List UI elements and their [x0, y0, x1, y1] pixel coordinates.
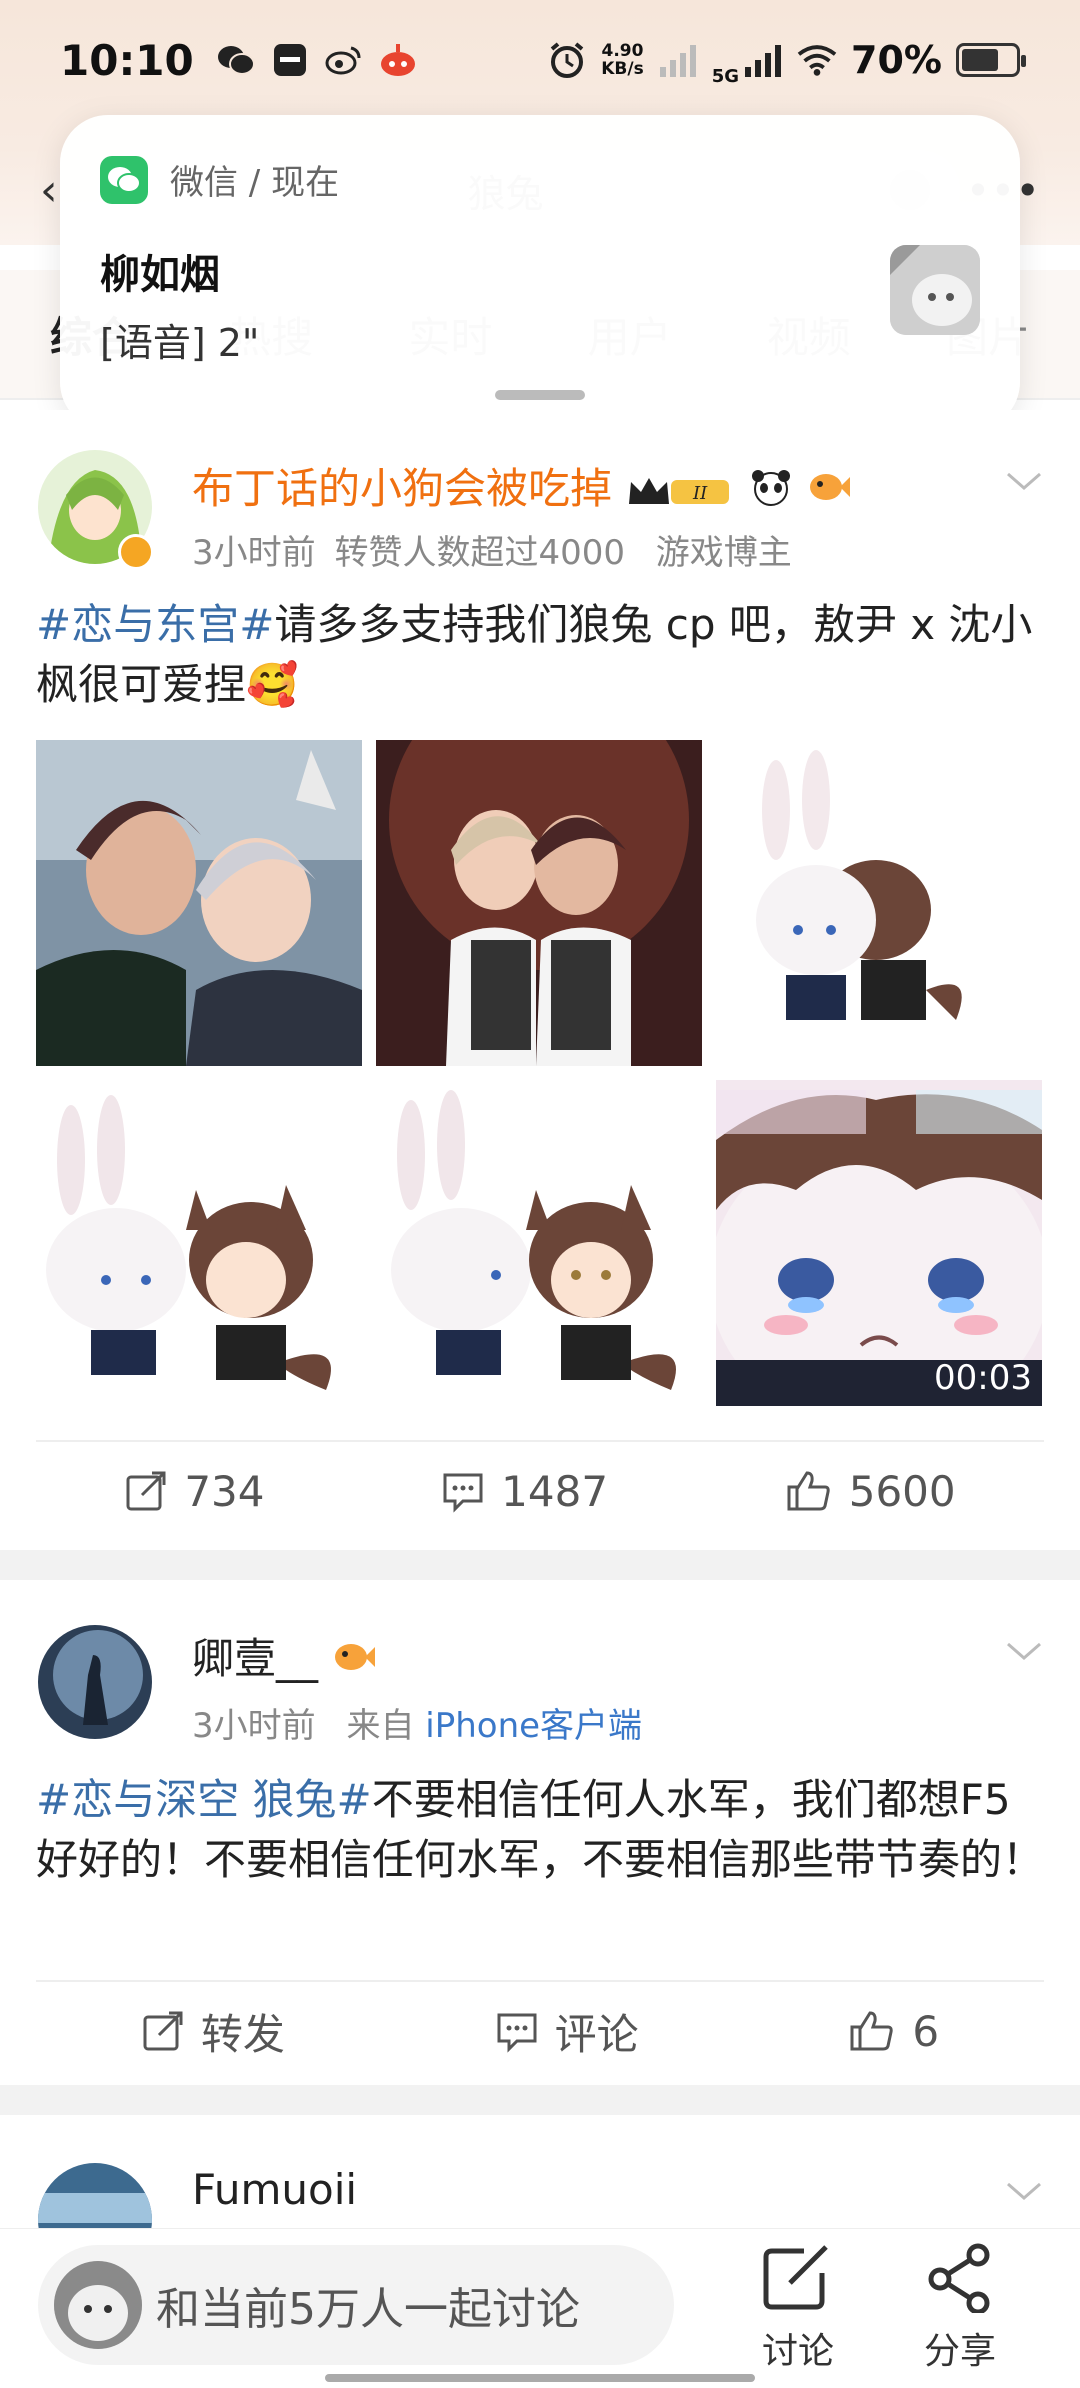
author-name: Fumuoii — [192, 2165, 358, 2214]
like-button[interactable]: 5600 — [785, 1467, 956, 1516]
post-video[interactable]: 00:03 — [716, 1080, 1042, 1406]
post-card: 布丁话的小狗会被吃掉 II 3小时前 转赞人数超过4000 游戏博主 #恋与东宫… — [0, 410, 1080, 1550]
repost-icon — [143, 2011, 183, 2051]
repost-icon — [126, 1471, 166, 1511]
discuss-label: 讨论 — [761, 2331, 834, 2372]
network-type: 5G — [711, 65, 740, 87]
status-right: 4.90 KB/s 5G 70% — [547, 34, 1026, 87]
discuss-input[interactable]: 和当前5万人一起讨论 — [38, 2245, 674, 2365]
post-author[interactable]: Fumuoii — [192, 2165, 357, 2214]
battery-percent: 70% — [851, 38, 942, 82]
post-card: Fumuoii — [0, 2115, 1080, 2277]
post-card: 卿壹__ 3小时前 来自 iPhone客户端 #恋与深空 狼兔#不要相信任何人水… — [0, 1580, 1080, 2085]
post-meta: 3小时前 转赞人数超过4000 游戏博主 — [192, 525, 792, 574]
battery-icon — [956, 43, 1026, 77]
hashtag-link[interactable]: #恋与东宫# — [36, 600, 274, 649]
hashtag-link[interactable]: #恋与深空 狼兔# — [36, 1775, 372, 1824]
vip-crown-icon: II — [625, 472, 735, 512]
comment-count: 1487 — [501, 1466, 609, 1516]
alarm-icon — [547, 40, 587, 80]
notification-header: 微信 / 现在 — [100, 155, 980, 204]
post-author[interactable]: 布丁话的小狗会被吃掉 II — [192, 455, 852, 517]
wechat-icon — [100, 155, 148, 204]
page: 10:10 4.90 KB/s 5G 70% ‹ 微信 / 现在 柳如烟 [语音… — [0, 0, 1080, 2388]
post-meta: 3小时前 来自 iPhone客户端 — [192, 1698, 642, 1747]
home-indicator[interactable] — [325, 2374, 755, 2382]
avatar[interactable] — [38, 1625, 152, 1739]
fish-icon — [806, 467, 852, 517]
post-actions: 734 1487 5600 — [36, 1440, 1044, 1540]
post-time: 3小时前 — [192, 533, 316, 573]
share-icon — [928, 2243, 990, 2315]
comment-icon — [443, 1473, 483, 1513]
notification-icons — [216, 40, 418, 80]
post-actions: 转发 评论 6 — [36, 1980, 1044, 2080]
bottom-bar: 和当前5万人一起讨论 讨论 分享 — [0, 2228, 1080, 2388]
post-text: #恋与深空 狼兔#不要相信任何人水军，我们都想F5好好的！不要相信任何水军，不要… — [36, 1770, 1044, 1890]
post-extra: 转赞人数超过4000 — [334, 533, 625, 573]
discuss-button[interactable]: 讨论 — [738, 2243, 858, 2374]
post-image[interactable] — [376, 1080, 702, 1406]
svg-text:II: II — [692, 483, 708, 504]
wechat-status-icon — [216, 40, 256, 80]
edit-icon — [763, 2245, 828, 2310]
thumbs-up-icon — [787, 1471, 830, 1511]
notification-avatar — [890, 245, 980, 335]
video-duration: 00:03 — [934, 1358, 1032, 1398]
wechat-notification[interactable]: 微信 / 现在 柳如烟 [语音] 2" — [60, 115, 1020, 430]
post-image[interactable] — [36, 1080, 362, 1406]
notification-body: [语音] 2" — [100, 321, 260, 365]
comment-icon — [497, 2013, 537, 2053]
comment-label: 评论 — [554, 2009, 639, 2059]
network-speed: 4.90 KB/s — [601, 42, 643, 78]
chevron-down-icon[interactable] — [1004, 1630, 1044, 1670]
wifi-icon — [797, 40, 837, 80]
repost-label: 转发 — [200, 2009, 285, 2059]
net-speed-value: 4.90 — [601, 41, 644, 61]
post-image[interactable] — [36, 740, 362, 1066]
chevron-down-icon[interactable] — [1004, 460, 1044, 500]
post-source-prefix: 来自 — [346, 1706, 415, 1746]
discuss-placeholder: 和当前5万人一起讨论 — [156, 2284, 580, 2335]
author-role: 游戏博主 — [655, 533, 792, 573]
share-button[interactable]: 分享 — [900, 2243, 1020, 2374]
post-text: #恋与东宫#请多多支持我们狼兔 cp 吧，敖尹 x 沈小枫很可爱捏🥰 — [36, 595, 1044, 715]
like-count: 5600 — [848, 1466, 956, 1516]
post-separator — [0, 2085, 1080, 2115]
signal-strong-icon — [743, 40, 783, 80]
like-button[interactable]: 6 — [848, 2007, 939, 2056]
status-bar: 10:10 4.90 KB/s 5G 70% — [0, 0, 1080, 120]
repost-button[interactable]: 734 — [124, 1466, 265, 1516]
signal-weak-icon — [658, 40, 698, 80]
verified-badge — [118, 534, 154, 570]
repost-count: 734 — [184, 1466, 265, 1516]
panda-icon — [749, 467, 793, 517]
red-app-status-icon — [378, 40, 418, 80]
share-label: 分享 — [923, 2331, 996, 2372]
post-source[interactable]: iPhone客户端 — [425, 1706, 642, 1746]
weibo-status-icon — [324, 40, 364, 80]
comment-button[interactable]: 评论 — [495, 2001, 639, 2062]
chevron-down-icon[interactable] — [1004, 2170, 1044, 2210]
repost-button[interactable]: 转发 — [141, 2001, 285, 2062]
back-icon[interactable]: ‹ — [40, 165, 58, 216]
post-author[interactable]: 卿壹__ — [192, 1625, 377, 1687]
author-name: 卿壹__ — [192, 1634, 319, 1683]
net-speed-unit: KB/s — [601, 59, 644, 79]
status-time: 10:10 — [60, 35, 194, 85]
post-image[interactable] — [716, 740, 1042, 1066]
post-image[interactable] — [376, 740, 702, 1066]
notification-title: 柳如烟 — [100, 252, 220, 298]
post-separator — [0, 1550, 1080, 1580]
app-status-icon — [270, 40, 310, 80]
thumbs-up-icon — [850, 2011, 894, 2051]
notification-handle[interactable] — [495, 390, 585, 400]
notification-app: 微信 / 现在 — [170, 163, 340, 203]
author-name: 布丁话的小狗会被吃掉 — [192, 464, 613, 513]
post-time: 3小时前 — [192, 1706, 316, 1746]
comment-button[interactable]: 1487 — [441, 1467, 608, 1516]
like-count: 6 — [912, 2006, 940, 2056]
fish-icon — [331, 1637, 377, 1687]
user-avatar — [54, 2261, 142, 2349]
